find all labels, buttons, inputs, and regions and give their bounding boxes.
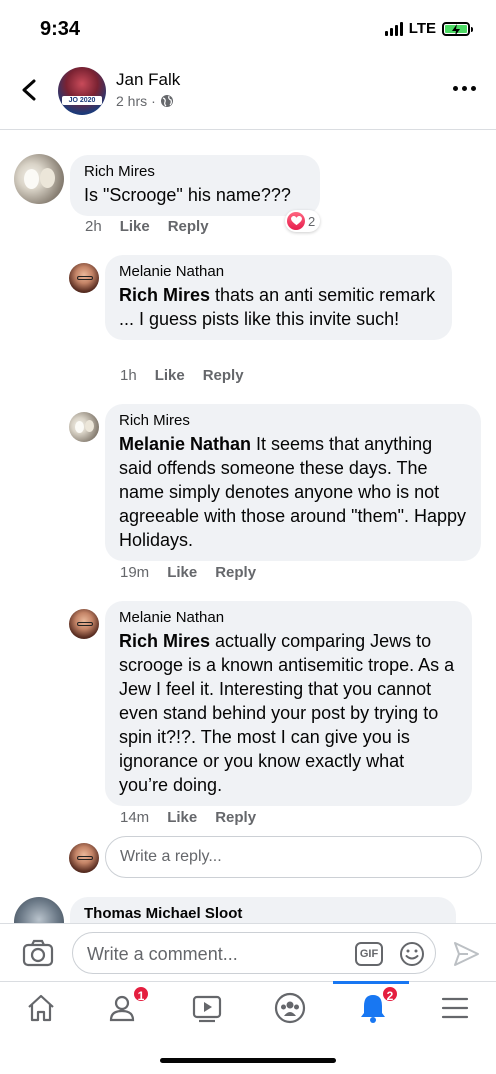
commenter-name[interactable]: Rich Mires	[119, 412, 467, 430]
comments-list: Rich Mires Is "Scrooge" his name??? 2h L…	[0, 131, 496, 923]
comment-actions: 1h Like Reply	[120, 367, 244, 384]
commenter-avatar[interactable]	[69, 412, 99, 442]
comment-text: Is "Scrooge" his name???	[84, 185, 291, 205]
reply-input[interactable]: Write a reply...	[105, 836, 482, 878]
comment-time: 19m	[120, 564, 150, 581]
tab-home[interactable]	[21, 990, 61, 1026]
comment-time: 1h	[120, 367, 137, 384]
current-user-avatar	[69, 843, 99, 873]
watch-icon	[192, 995, 222, 1023]
network-type: LTE	[408, 20, 436, 37]
meta-separator: ·	[151, 93, 156, 109]
send-button[interactable]	[452, 940, 480, 968]
reply-item: Melanie Nathan Rich Mires thats an anti …	[0, 255, 496, 395]
comment-input[interactable]: Write a comment... GIF	[72, 932, 436, 974]
author-name[interactable]: Jan Falk	[116, 70, 180, 90]
reaction-count: 2	[308, 213, 316, 229]
comment-time: 14m	[120, 809, 150, 826]
comment-time: 2h	[85, 218, 102, 235]
comment-bubble[interactable]: Rich Mires Melanie Nathan It seems that …	[105, 404, 481, 561]
gif-button[interactable]: GIF	[355, 942, 383, 966]
commenter-avatar[interactable]	[69, 263, 99, 293]
reply-button[interactable]: Reply	[168, 218, 209, 235]
status-time: 9:34	[40, 18, 81, 40]
commenter-name[interactable]: Thomas Michael Sloot	[84, 905, 442, 923]
mention-link[interactable]: Rich Mires	[119, 285, 210, 305]
heart-icon	[287, 212, 305, 230]
reply-button[interactable]: Reply	[215, 809, 256, 826]
comment-actions: 2h Like Reply	[85, 218, 209, 235]
mention-link[interactable]: Melanie Nathan	[119, 434, 251, 454]
home-icon	[28, 994, 54, 1022]
reply-item: Melanie Nathan Rich Mires actually compa…	[0, 601, 496, 831]
camera-button[interactable]	[22, 938, 54, 968]
home-indicator[interactable]	[160, 1058, 336, 1063]
mention-link[interactable]: Rich Mires	[119, 631, 210, 651]
like-button[interactable]: Like	[167, 809, 197, 826]
like-button[interactable]: Like	[167, 564, 197, 581]
comment-bubble[interactable]: Melanie Nathan Rich Mires thats an anti …	[105, 255, 452, 340]
tab-bar: 1 2	[0, 981, 496, 1033]
battery-icon	[442, 21, 473, 36]
friends-badge: 1	[132, 985, 150, 1003]
comment-placeholder: Write a comment...	[87, 944, 238, 964]
comment-composer: Write a comment... GIF	[0, 923, 496, 981]
commenter-name[interactable]: Rich Mires	[84, 163, 306, 181]
commenter-avatar[interactable]	[14, 897, 64, 923]
author-avatar[interactable]: JO 2020	[58, 67, 106, 115]
back-button[interactable]	[16, 76, 44, 104]
back-arrow-icon	[22, 79, 36, 101]
status-indicators: LTE	[384, 20, 473, 37]
reply-item: Rich Mires Melanie Nathan It seems that …	[0, 404, 496, 594]
smiley-icon	[400, 942, 424, 966]
comment-text: actually comparing Jews to scrooge is a …	[119, 631, 455, 795]
post-time: 2 hrs	[116, 93, 148, 109]
reply-button[interactable]: Reply	[203, 367, 244, 384]
signal-icon	[384, 21, 403, 36]
active-tab-indicator	[333, 981, 409, 984]
menu-icon	[441, 997, 469, 1019]
comment-item: Thomas Michael Sloot	[0, 897, 496, 923]
comment-bubble[interactable]: Rich Mires Is "Scrooge" his name???	[70, 155, 320, 216]
comment-bubble[interactable]: Melanie Nathan Rich Mires actually compa…	[105, 601, 472, 806]
emoji-button[interactable]	[399, 941, 425, 967]
post-meta: 2 hrs ·	[116, 93, 174, 109]
comment-bubble[interactable]: Thomas Michael Sloot	[70, 897, 456, 923]
comment-actions: 14m Like Reply	[120, 809, 256, 826]
camera-icon	[22, 939, 54, 967]
send-icon	[454, 942, 479, 966]
more-options-button[interactable]	[453, 86, 476, 91]
commenter-avatar[interactable]	[14, 154, 64, 204]
groups-icon	[274, 992, 306, 1024]
commenter-name[interactable]: Melanie Nathan	[119, 263, 438, 281]
avatar-logo-text: JO 2020	[62, 96, 102, 105]
post-header: JO 2020 Jan Falk 2 hrs ·	[0, 58, 496, 130]
tab-friends[interactable]: 1	[104, 985, 150, 1026]
notifications-badge: 2	[381, 985, 399, 1003]
like-button[interactable]: Like	[155, 367, 185, 384]
tab-menu[interactable]	[435, 990, 475, 1026]
reaction-badge[interactable]: 2	[285, 210, 321, 232]
tab-groups[interactable]	[270, 990, 310, 1026]
commenter-name[interactable]: Melanie Nathan	[119, 609, 458, 627]
like-button[interactable]: Like	[120, 218, 150, 235]
reply-button[interactable]: Reply	[215, 564, 256, 581]
globe-icon	[160, 95, 173, 107]
status-bar: 9:34 LTE	[0, 0, 496, 58]
tab-notifications[interactable]: 2	[353, 985, 399, 1026]
comment-actions: 19m Like Reply	[120, 564, 256, 581]
tab-watch[interactable]	[187, 990, 227, 1026]
commenter-avatar[interactable]	[69, 609, 99, 639]
comment-item: Rich Mires Is "Scrooge" his name??? 2h L…	[0, 131, 496, 251]
